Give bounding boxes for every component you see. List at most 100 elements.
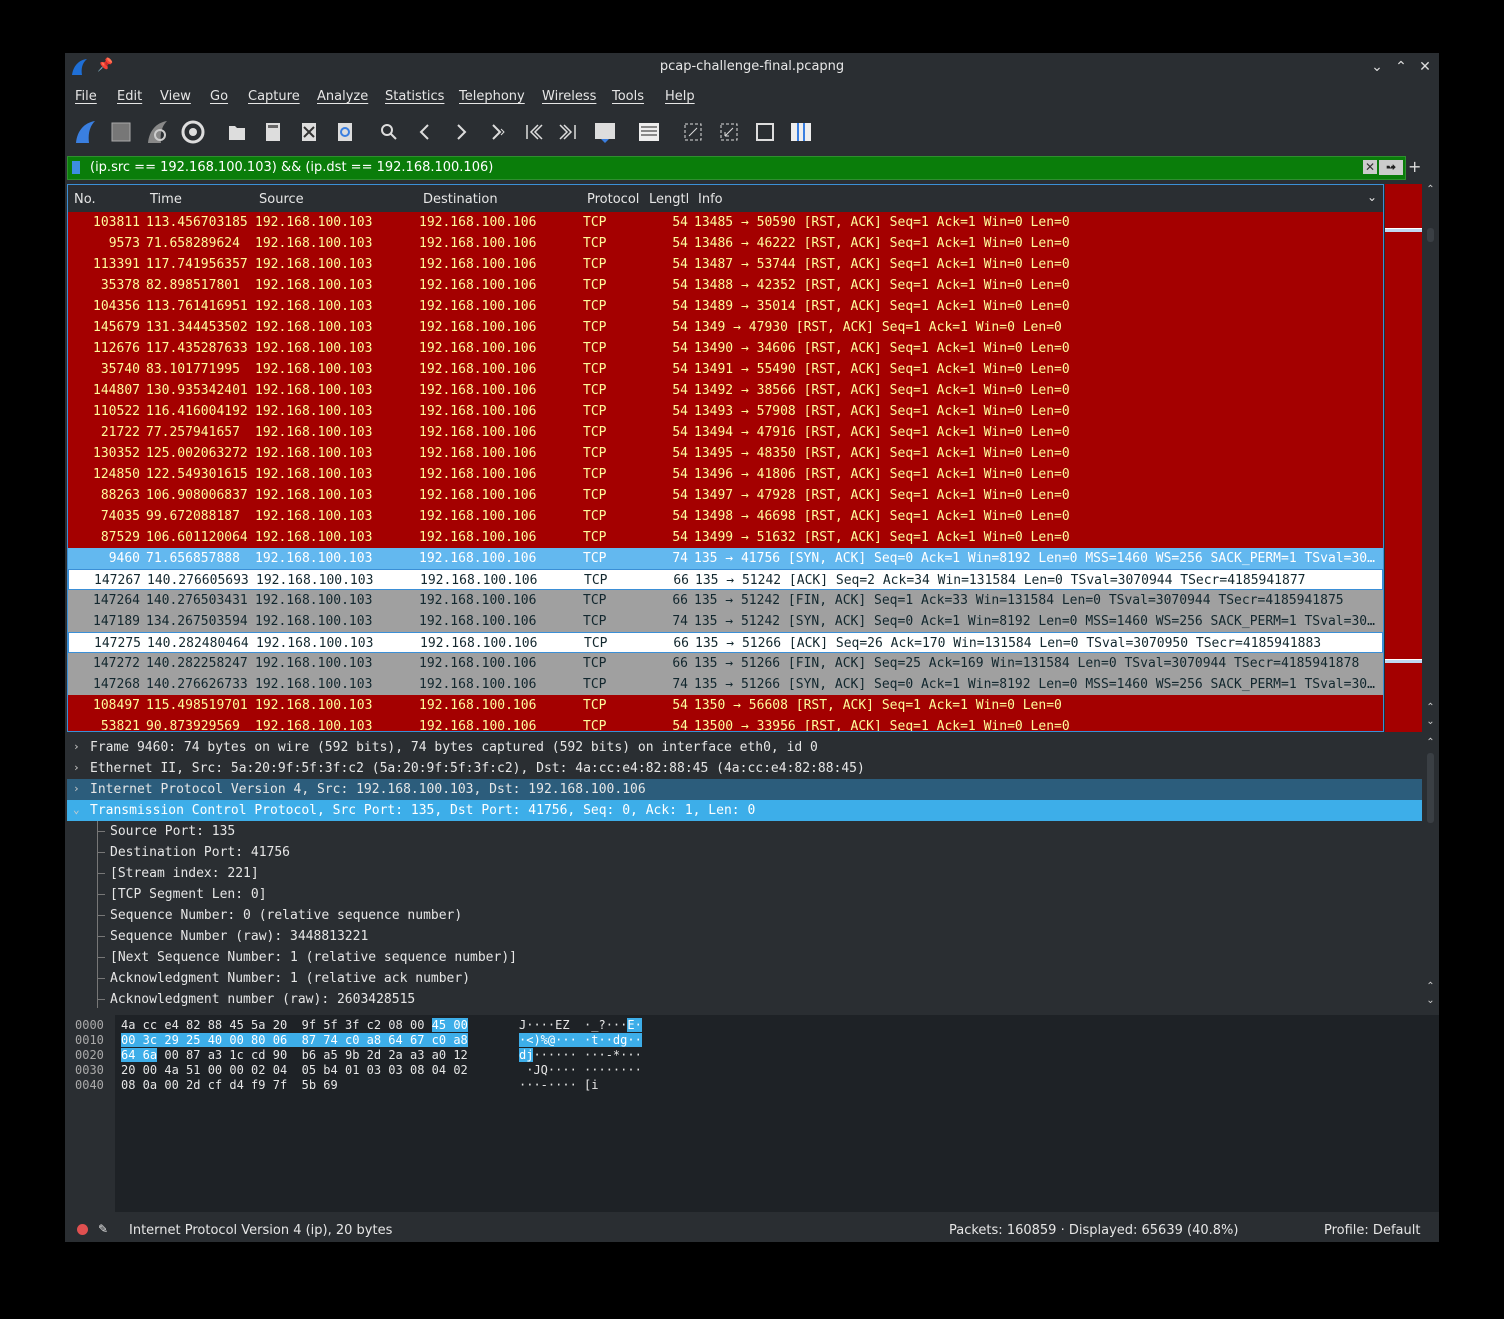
go-back-icon[interactable]	[411, 118, 439, 146]
column-protocol[interactable]: Protocol	[587, 192, 639, 207]
minimize-icon[interactable]: ⌄	[1367, 57, 1387, 77]
packet-row[interactable]: 147267 140.276605693 192.168.100.103 192.16…	[68, 569, 1383, 590]
save-file-icon[interactable]	[259, 118, 287, 146]
chevron-down-icon[interactable]: ⌄	[73, 803, 80, 816]
packet-details[interactable]: › Frame 9460: 74 bytes on wire (592 bits)…	[67, 737, 1422, 1008]
menu-edit[interactable]: Edit	[117, 89, 142, 104]
scroll-up-icon[interactable]: ⌃	[1424, 184, 1437, 195]
autoscroll-icon[interactable]	[591, 118, 619, 146]
packet-row[interactable]: 87529 106.601120064 192.168.100.103 192.168…	[68, 527, 1383, 548]
scroll-down-icon[interactable]: ⌄	[1424, 995, 1437, 1006]
find-packet-icon[interactable]	[375, 118, 403, 146]
packet-list[interactable]: No. Time Source Destination Protocol Len…	[67, 184, 1384, 732]
column-no[interactable]: No.	[74, 192, 96, 207]
hex-bytes[interactable]: 08 0a 00 2d cf d4 f9 7f 5b 69	[121, 1078, 338, 1093]
detail-field[interactable]: Destination Port: 41756	[67, 842, 1422, 863]
chevron-right-icon[interactable]: ›	[73, 740, 80, 753]
hex-bytes[interactable]: 20 00 4a 51 00 00 02 04 05 b4 01 03 03 0…	[121, 1063, 468, 1078]
detail-field[interactable]: [Stream index: 221]	[67, 863, 1422, 884]
packet-row[interactable]: 144807 130.935342401 192.168.100.103 192.16…	[68, 380, 1383, 401]
packet-row[interactable]: 103811 113.456703185 192.168.100.103 192.16…	[68, 212, 1383, 233]
detail-field[interactable]: Acknowledgment number (raw): 2603428515	[67, 989, 1422, 1008]
packet-row[interactable]: 108497 115.498519701 192.168.100.103 192.16…	[68, 695, 1383, 716]
menu-capture[interactable]: Capture	[248, 89, 300, 104]
close-file-icon[interactable]	[295, 118, 323, 146]
chevron-right-icon[interactable]: ›	[73, 761, 80, 774]
packet-row[interactable]: 88263 106.908006837 192.168.100.103 192.168…	[68, 485, 1383, 506]
start-capture-icon[interactable]	[71, 118, 99, 146]
detail-tree-node[interactable]: › Internet Protocol Version 4, Src: 192.1…	[67, 779, 1422, 800]
packet-minimap[interactable]	[1385, 184, 1422, 732]
hex-ascii[interactable]: ···-···· [i	[519, 1078, 598, 1093]
menu-wireless[interactable]: Wireless	[542, 89, 596, 104]
clear-filter-icon[interactable]: ✕	[1363, 160, 1377, 174]
normal-size-icon[interactable]	[751, 118, 779, 146]
packet-row[interactable]: 53821 90.873929569 192.168.100.103 192.168.…	[68, 716, 1383, 731]
zoom-out-icon[interactable]	[715, 118, 743, 146]
packet-list-scrollbar[interactable]: ⌃ ⌃ ⌄	[1424, 184, 1437, 732]
hex-ascii[interactable]: ·JQ···· ········	[519, 1063, 642, 1078]
column-time[interactable]: Time	[150, 192, 182, 207]
packet-row[interactable]: 130352 125.002063272 192.168.100.103 192.16…	[68, 443, 1383, 464]
scroll-up-icon[interactable]: ⌃	[1424, 702, 1437, 713]
menu-analyze[interactable]: Analyze	[317, 89, 368, 104]
capture-options-icon[interactable]	[179, 118, 207, 146]
filter-history-dropdown-icon[interactable]: ▾	[1388, 160, 1393, 171]
packet-row[interactable]: 147268 140.276626733 192.168.100.103 192.16…	[68, 674, 1383, 695]
hex-bytes[interactable]: 64 6a 00 87 a3 1c cd 90 b6 a5 9b 2d 2a a…	[121, 1048, 468, 1063]
expert-info-icon[interactable]	[77, 1224, 88, 1235]
packet-row[interactable]: 9460 71.656857888 192.168.100.103 192.168.1…	[68, 548, 1383, 569]
packet-row[interactable]: 9573 71.658289624 192.168.100.103 192.168.1…	[68, 233, 1383, 254]
hex-ascii[interactable]: J····EZ ·_?···E·	[519, 1018, 642, 1033]
hex-bytes[interactable]: 00 3c 29 25 40 00 80 06 87 74 c0 a8 64 6…	[121, 1033, 468, 1048]
hex-ascii[interactable]: ·<)%@··· ·t··dg··	[519, 1033, 642, 1048]
scroll-down-icon[interactable]: ⌄	[1424, 716, 1437, 727]
restart-capture-icon[interactable]	[143, 118, 171, 146]
scroll-up-icon[interactable]: ⌃	[1424, 981, 1437, 992]
packet-row[interactable]: 112676 117.435287633 192.168.100.103 192.16…	[68, 338, 1383, 359]
go-forward-icon[interactable]	[447, 118, 475, 146]
colorize-icon[interactable]	[635, 118, 663, 146]
column-destination[interactable]: Destination	[423, 192, 498, 207]
packet-row[interactable]: 113391 117.741956357 192.168.100.103 192.16…	[68, 254, 1383, 275]
packet-row[interactable]: 147264 140.276503431 192.168.100.103 192.16…	[68, 590, 1383, 611]
scrollbar-thumb[interactable]	[1427, 753, 1434, 823]
bookmark-icon[interactable]	[72, 161, 80, 174]
open-file-icon[interactable]	[223, 118, 251, 146]
detail-tree-node[interactable]: › Ethernet II, Src: 5a:20:9f:5f:3f:c2 (5a…	[67, 758, 1422, 779]
go-to-packet-icon[interactable]	[483, 118, 511, 146]
stop-capture-icon[interactable]	[107, 118, 135, 146]
column-length[interactable]: Lengtl	[649, 192, 689, 207]
add-filter-button-icon[interactable]: +	[1408, 157, 1421, 176]
maximize-icon[interactable]: ⌃	[1391, 57, 1411, 77]
menu-go[interactable]: Go	[210, 89, 228, 104]
detail-field[interactable]: [TCP Segment Len: 0]	[67, 884, 1422, 905]
packet-row[interactable]: 110522 116.416004192 192.168.100.103 192.16…	[68, 401, 1383, 422]
packet-row[interactable]: 147272 140.282258247 192.168.100.103 192.16…	[68, 653, 1383, 674]
menu-statistics[interactable]: Statistics	[385, 89, 444, 104]
detail-field[interactable]: Sequence Number: 0 (relative sequence nu…	[67, 905, 1422, 926]
column-source[interactable]: Source	[259, 192, 304, 207]
column-info[interactable]: Info	[698, 192, 723, 207]
menu-tools[interactable]: Tools	[612, 89, 644, 104]
scroll-up-icon[interactable]: ⌃	[1424, 737, 1437, 748]
close-icon[interactable]: ✕	[1415, 57, 1435, 77]
menu-view[interactable]: View	[160, 89, 191, 104]
packet-row[interactable]: 74035 99.672088187 192.168.100.103 192.168.…	[68, 506, 1383, 527]
go-first-icon[interactable]	[519, 118, 547, 146]
detail-tree-node[interactable]: › Frame 9460: 74 bytes on wire (592 bits)…	[67, 737, 1422, 758]
scrollbar-thumb[interactable]	[1427, 228, 1434, 242]
packet-row[interactable]: 147189 134.267503594 192.168.100.103 192.16…	[68, 611, 1383, 632]
menu-file[interactable]: File	[75, 89, 97, 104]
detail-field[interactable]: Sequence Number (raw): 3448813221	[67, 926, 1422, 947]
profile-selector[interactable]: Profile: Default	[1324, 1223, 1420, 1238]
hex-ascii[interactable]: dj······ ···-*···	[519, 1048, 642, 1063]
packet-row[interactable]: 21722 77.257941657 192.168.100.103 192.168.…	[68, 422, 1383, 443]
detail-tree-node[interactable]: ⌄ Transmission Control Protocol, Src Port…	[67, 800, 1422, 821]
go-last-icon[interactable]	[555, 118, 583, 146]
menu-telephony[interactable]: Telephony	[459, 89, 525, 104]
capture-comment-icon[interactable]: ✎	[98, 1222, 108, 1236]
hex-bytes[interactable]: 4a cc e4 82 88 45 5a 20 9f 5f 3f c2 08 0…	[121, 1018, 468, 1033]
packet-row[interactable]: 147275 140.282480464 192.168.100.103 192.16…	[68, 632, 1383, 653]
resize-columns-icon[interactable]	[787, 118, 815, 146]
